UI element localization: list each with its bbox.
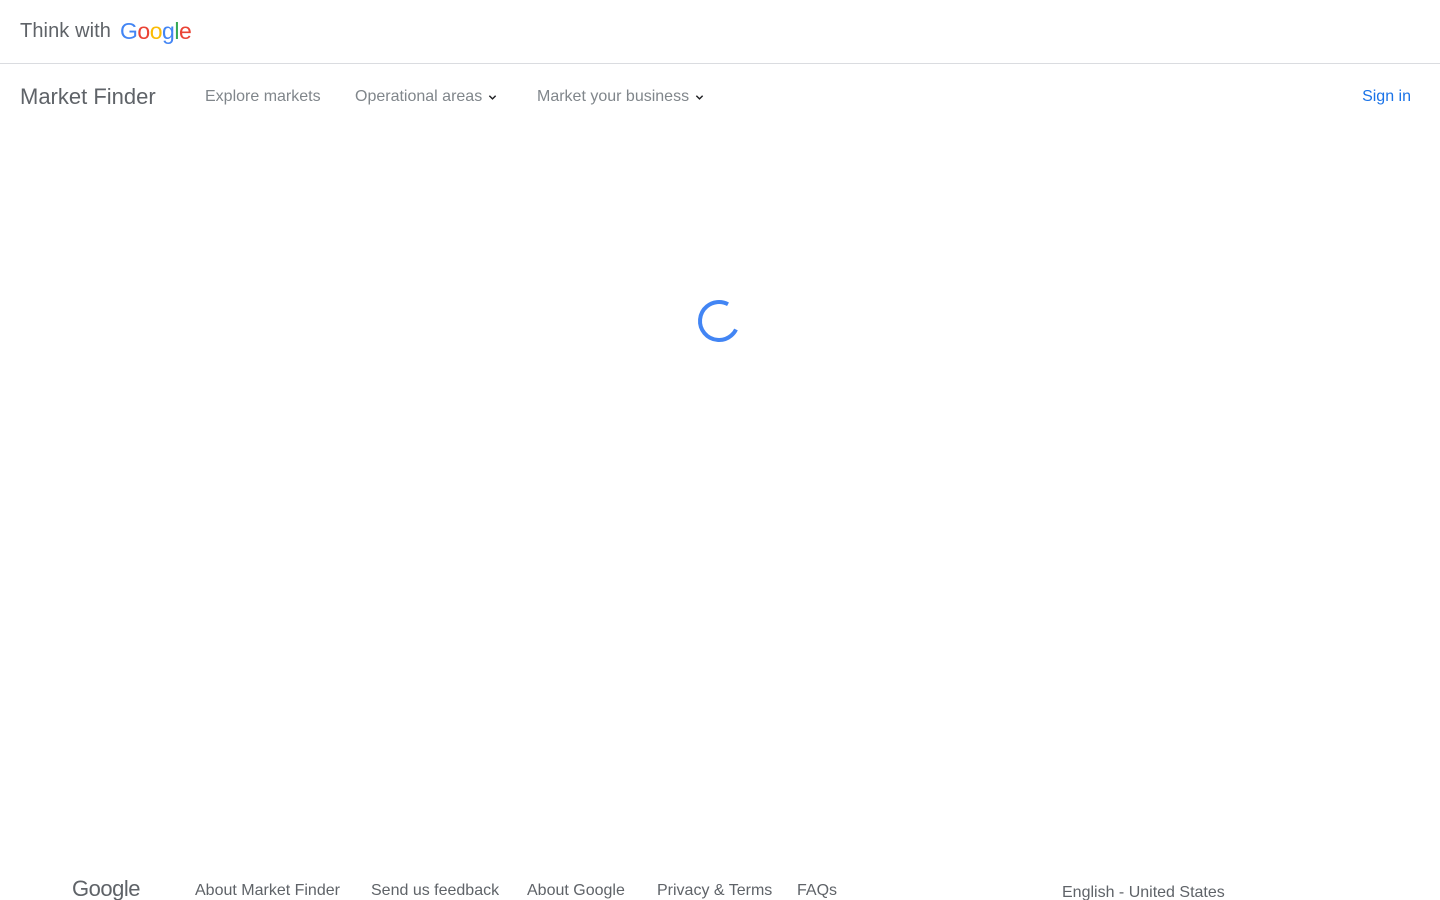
google-letter: o: [149, 17, 163, 44]
nav-item-label: Operational areas: [355, 88, 483, 105]
top-brand-bar: Think with Google: [0, 0, 1440, 64]
app-title[interactable]: Market Finder: [20, 84, 156, 110]
google-logo-word: Google: [120, 17, 192, 45]
think-with-google-logo[interactable]: Think with Google: [20, 16, 192, 46]
nav-item-label: Market your business: [537, 88, 690, 105]
loading-spinner-icon: [698, 300, 740, 342]
google-letter: G: [120, 17, 138, 44]
language-selector[interactable]: English - United States: [1062, 884, 1225, 900]
footer-link-send-feedback[interactable]: Send us feedback: [371, 882, 499, 900]
chevron-down-icon: [489, 94, 497, 100]
google-letter: o: [137, 17, 150, 44]
footer-link-privacy-terms[interactable]: Privacy & Terms: [657, 882, 772, 900]
google-letter: g: [162, 17, 175, 44]
nav-market-your-business[interactable]: Market your business: [537, 88, 704, 106]
footer-link-about-market-finder[interactable]: About Market Finder: [195, 882, 340, 900]
nav-explore-markets[interactable]: Explore markets: [205, 88, 321, 106]
footer: Google About Market Finder Send us feedb…: [0, 872, 1440, 900]
main-nav-bar: Market Finder Explore markets Operationa…: [0, 65, 1440, 129]
nav-item-label: Explore markets: [205, 88, 321, 105]
footer-link-about-google[interactable]: About Google: [527, 882, 625, 900]
nav-operational-areas[interactable]: Operational areas: [355, 88, 497, 106]
google-letter: e: [178, 17, 192, 44]
brand-prefix: Think with: [20, 19, 112, 42]
footer-link-faqs[interactable]: FAQs: [797, 882, 837, 900]
sign-in-link[interactable]: Sign in: [1362, 88, 1411, 106]
chevron-down-icon: [695, 94, 704, 100]
footer-google-logo[interactable]: Google: [72, 876, 140, 900]
